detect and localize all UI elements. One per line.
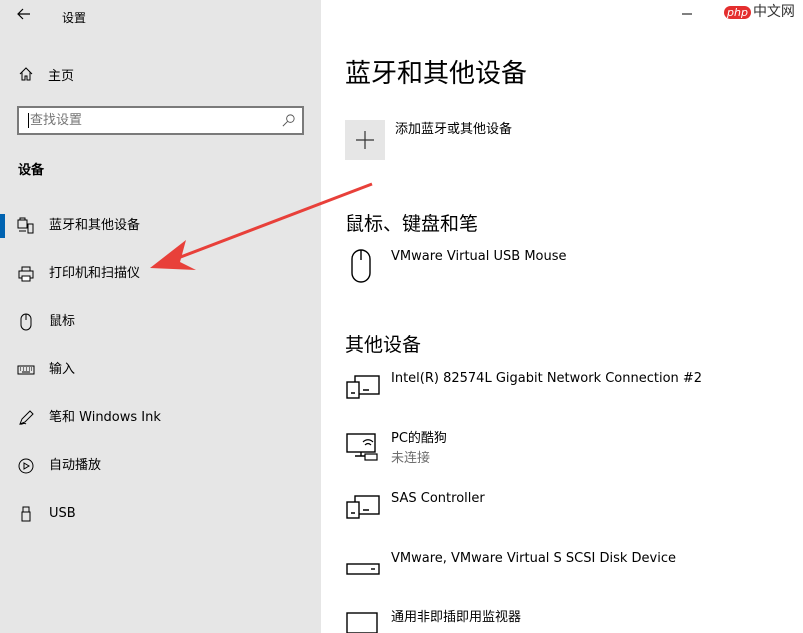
sidebar-item-pen[interactable]: 笔和 Windows Ink — [0, 400, 321, 448]
mouse-section-title: 鼠标、键盘和笔 — [345, 213, 479, 235]
drive-icon — [346, 563, 380, 575]
app-title: 设置 — [62, 11, 87, 25]
back-arrow-icon[interactable] — [16, 6, 36, 26]
add-device-label[interactable]: 添加蓝牙或其他设备 — [395, 121, 512, 139]
sidebar-item-label: 输入 — [49, 362, 76, 377]
watermark: php 中文网 — [724, 1, 795, 21]
device-name: Intel(R) 82574L Gigabit Network Connecti… — [391, 371, 703, 386]
page-title: 蓝牙和其他设备 — [345, 59, 528, 89]
add-device-button[interactable] — [345, 120, 385, 160]
watermark-php: php — [724, 6, 751, 19]
sidebar-item-label: 笔和 Windows Ink — [49, 410, 161, 425]
bluetooth-icon — [17, 217, 34, 234]
search-input[interactable]: 查找设置 — [17, 106, 304, 135]
monitor-icon — [346, 612, 378, 633]
minimize-icon[interactable] — [679, 6, 695, 22]
sidebar-item-bluetooth[interactable]: 蓝牙和其他设备 — [0, 208, 321, 256]
selection-indicator — [0, 214, 5, 238]
mouse-device-icon — [351, 249, 371, 283]
pen-icon — [19, 410, 34, 425]
usb-icon — [21, 506, 31, 522]
device-status: 未连接 — [391, 451, 431, 466]
search-placeholder: 查找设置 — [30, 113, 83, 128]
sidebar-item-label: USB — [49, 506, 76, 521]
sidebar: 设置 主页 查找设置 设备 蓝牙和其他设备 打印机和扫描仪 鼠标 输入 笔和 W… — [0, 0, 321, 633]
sidebar-item-label: 蓝牙和其他设备 — [49, 218, 141, 233]
sidebar-item-mouse[interactable]: 鼠标 — [0, 304, 321, 352]
keyboard-icon — [17, 365, 35, 375]
mouse-icon — [20, 313, 32, 331]
home-nav-item[interactable]: 主页 — [18, 64, 74, 84]
sidebar-item-label: 鼠标 — [49, 314, 76, 329]
printer-icon — [18, 266, 34, 282]
device-name: PC的酷狗 — [391, 431, 447, 446]
watermark-cn: 中文网 — [752, 4, 795, 20]
generic-device-icon — [346, 375, 380, 399]
generic-device-icon — [346, 495, 380, 519]
plus-icon — [356, 131, 374, 149]
device-name: VMware Virtual USB Mouse — [391, 249, 567, 264]
sidebar-item-typing[interactable]: 输入 — [0, 352, 321, 400]
section-label: 设备 — [18, 163, 45, 178]
sidebar-item-usb[interactable]: USB — [0, 496, 321, 544]
network-device-icon — [346, 433, 378, 461]
sidebar-item-label: 自动播放 — [49, 458, 102, 473]
main-panel — [321, 0, 803, 633]
sidebar-item-printers[interactable]: 打印机和扫描仪 — [0, 256, 321, 304]
home-label: 主页 — [48, 68, 75, 84]
search-icon[interactable] — [281, 113, 296, 128]
other-section-title: 其他设备 — [345, 334, 422, 356]
sidebar-item-autoplay[interactable]: 自动播放 — [0, 448, 321, 496]
autoplay-icon — [18, 458, 34, 474]
device-name: SAS Controller — [391, 491, 485, 506]
text-caret — [28, 113, 29, 128]
device-name: 通用非即插即用监视器 — [391, 610, 522, 625]
sidebar-nav: 蓝牙和其他设备 打印机和扫描仪 鼠标 输入 笔和 Windows Ink 自动播… — [0, 208, 321, 544]
sidebar-item-label: 打印机和扫描仪 — [49, 266, 141, 281]
home-icon — [19, 67, 33, 81]
device-name: VMware, VMware Virtual S SCSI Disk Devic… — [391, 551, 676, 566]
